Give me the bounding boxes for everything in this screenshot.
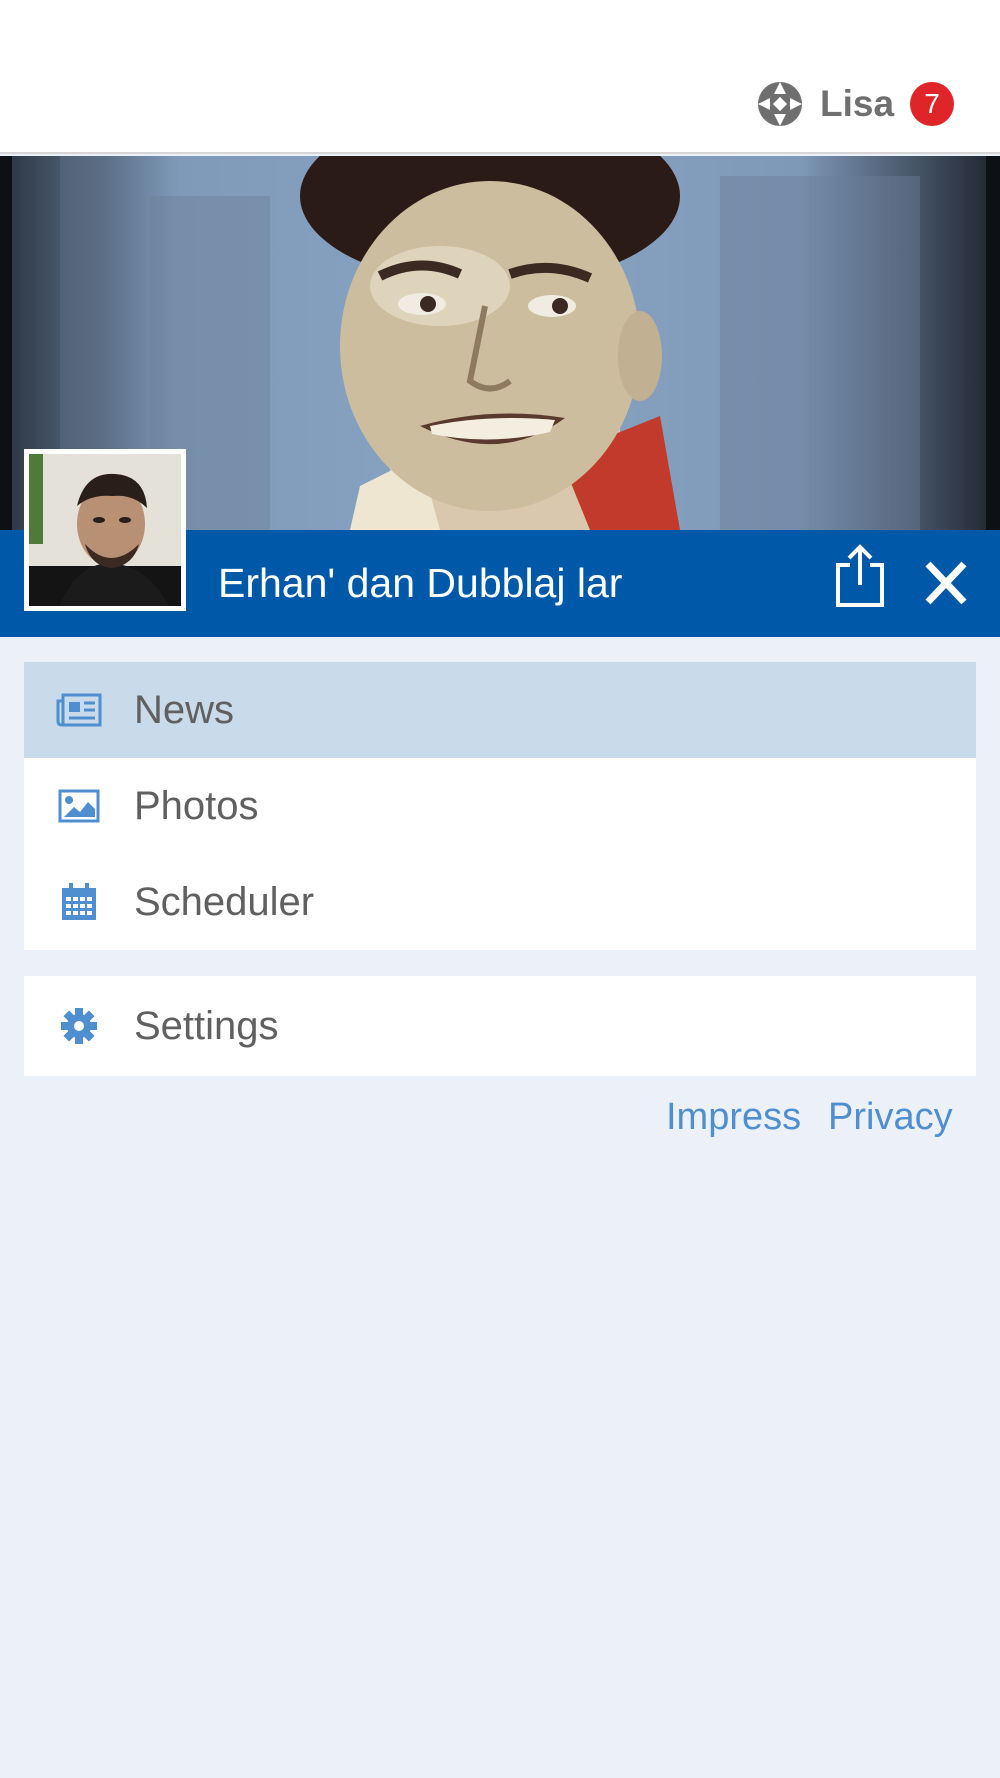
menu-item-news[interactable]: News: [24, 662, 976, 758]
menu-item-scheduler[interactable]: Scheduler: [24, 854, 976, 950]
gear-icon: [56, 1003, 102, 1049]
menu-item-label: Scheduler: [134, 879, 315, 924]
menu-item-label: News: [134, 687, 235, 732]
menu-item-label: Photos: [134, 783, 259, 828]
app-name: Lisa: [820, 83, 895, 124]
app-logo-icon: [758, 82, 802, 126]
top-bar: Lisa 7: [0, 0, 1000, 154]
menu-item-photos[interactable]: Photos: [24, 758, 976, 854]
newspaper-icon: [56, 687, 102, 733]
calendar-icon: [56, 879, 102, 925]
channel-avatar[interactable]: [24, 449, 186, 611]
menu-item-settings[interactable]: Settings: [24, 976, 976, 1076]
impress-link[interactable]: Impress: [666, 1096, 801, 1139]
notification-badge[interactable]: 7: [910, 82, 954, 126]
image-icon: [56, 783, 102, 829]
channel-title: Erhan' dan Dubblaj lar: [218, 560, 623, 606]
share-icon[interactable]: [832, 543, 888, 609]
menu-item-label: Settings: [134, 1003, 279, 1048]
settings-menu: Settings: [24, 976, 976, 1076]
privacy-link[interactable]: Privacy: [828, 1096, 953, 1139]
main-menu: News Photos Scheduler: [24, 662, 976, 950]
close-icon[interactable]: [922, 558, 970, 608]
